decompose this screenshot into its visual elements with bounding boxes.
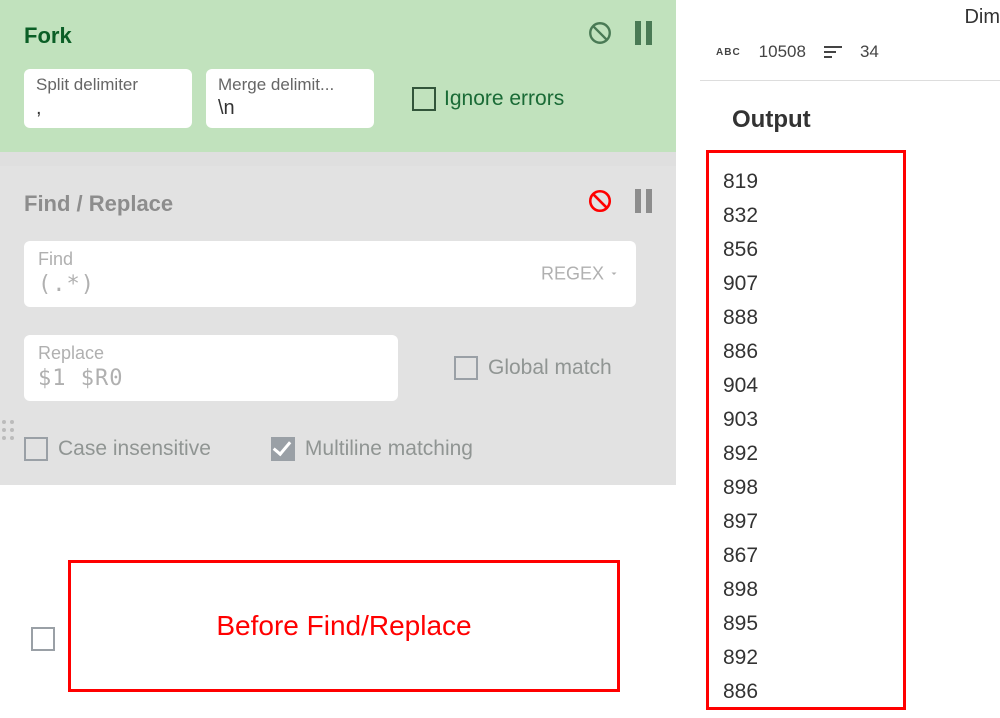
- replace-field[interactable]: Replace $1 $R0: [24, 335, 398, 401]
- output-line: 903: [723, 403, 889, 437]
- output-line: 886: [723, 675, 889, 709]
- output-pane: Dim ABC 10508 34 Output 8198328569078888…: [676, 0, 1000, 718]
- merge-delimiter-field[interactable]: Merge delimit... \n: [206, 69, 374, 128]
- output-meta: ABC 10508 34: [716, 42, 879, 62]
- pause-icon[interactable]: [635, 189, 652, 218]
- output-line: 867: [723, 539, 889, 573]
- find-replace-header: Find / Replace: [24, 188, 652, 219]
- output-line: 898: [723, 573, 889, 607]
- fork-actions: [587, 20, 652, 51]
- checkbox-label: Multiline matching: [305, 437, 473, 461]
- recipe-pane: Fork Split delimiter , Merge delimit... …: [0, 0, 676, 718]
- checkbox-label: Global match: [488, 356, 612, 380]
- annotation-text: Before Find/Replace: [216, 610, 471, 642]
- fork-header: Fork: [24, 20, 652, 51]
- global-match-option[interactable]: Global match: [454, 356, 612, 380]
- field-value: (.*): [38, 272, 622, 297]
- field-label: Find: [38, 249, 622, 270]
- char-count-icon: ABC: [716, 47, 741, 58]
- ignore-errors-option[interactable]: Ignore errors: [412, 87, 564, 111]
- line-count-icon: [824, 46, 842, 58]
- dim-header-label: Dim: [964, 6, 1000, 29]
- output-line: 904: [723, 369, 889, 403]
- find-replace-operation: Find / Replace Find (.*) REGEX: [0, 166, 676, 485]
- output-line: 832: [723, 199, 889, 233]
- output-line: 856: [723, 233, 889, 267]
- checkbox-label: Ignore errors: [444, 87, 564, 111]
- output-lines: 8198328569078888869049038928988978678988…: [723, 165, 889, 709]
- output-title: Output: [732, 106, 811, 134]
- field-label: Replace: [38, 343, 384, 364]
- output-line: 819: [723, 165, 889, 199]
- split-delimiter-field[interactable]: Split delimiter ,: [24, 69, 192, 128]
- checkbox-label: Case insensitive: [58, 437, 211, 461]
- fork-body: Split delimiter , Merge delimit... \n Ig…: [24, 69, 652, 128]
- output-highlight-box: 8198328569078888869049038928988978678988…: [706, 150, 906, 710]
- disable-icon[interactable]: [587, 20, 613, 51]
- output-line: 907: [723, 267, 889, 301]
- fork-title: Fork: [24, 23, 72, 49]
- field-value: $1 $R0: [38, 366, 384, 391]
- options-row: Case insensitive Multiline matching: [24, 437, 652, 461]
- find-replace-actions: [587, 188, 652, 219]
- char-count-value: 10508: [759, 42, 806, 62]
- checkbox-checked-icon: [271, 437, 295, 461]
- checkbox-icon: [24, 437, 48, 461]
- find-field[interactable]: Find (.*) REGEX: [24, 241, 636, 307]
- find-replace-title: Find / Replace: [24, 191, 173, 217]
- replace-row: Replace $1 $R0 Global match: [24, 335, 652, 401]
- fork-operation: Fork Split delimiter , Merge delimit... …: [0, 0, 676, 152]
- output-line: 895: [723, 607, 889, 641]
- multiline-option[interactable]: Multiline matching: [271, 437, 473, 461]
- disable-icon[interactable]: [587, 188, 613, 219]
- line-count-value: 34: [860, 42, 879, 62]
- regex-label: REGEX: [541, 264, 604, 285]
- hidden-checkbox[interactable]: [31, 627, 55, 651]
- checkbox-icon: [454, 356, 478, 380]
- output-line: 888: [723, 301, 889, 335]
- annotation-box: Before Find/Replace: [68, 560, 620, 692]
- field-value: \n: [218, 97, 362, 120]
- pause-icon[interactable]: [635, 21, 652, 50]
- caret-down-icon: [608, 264, 620, 285]
- case-insensitive-option[interactable]: Case insensitive: [24, 437, 211, 461]
- output-line: 898: [723, 471, 889, 505]
- drag-handle-icon[interactable]: [2, 420, 14, 440]
- regex-mode-dropdown[interactable]: REGEX: [541, 264, 620, 285]
- checkbox-icon: [412, 87, 436, 111]
- output-line: 892: [723, 437, 889, 471]
- output-line: 886: [723, 335, 889, 369]
- field-label: Merge delimit...: [218, 75, 362, 95]
- output-line: 892: [723, 641, 889, 675]
- divider: [700, 80, 1000, 81]
- field-value: ,: [36, 97, 180, 120]
- block-spacer: [0, 152, 676, 166]
- output-line: 897: [723, 505, 889, 539]
- field-label: Split delimiter: [36, 75, 180, 95]
